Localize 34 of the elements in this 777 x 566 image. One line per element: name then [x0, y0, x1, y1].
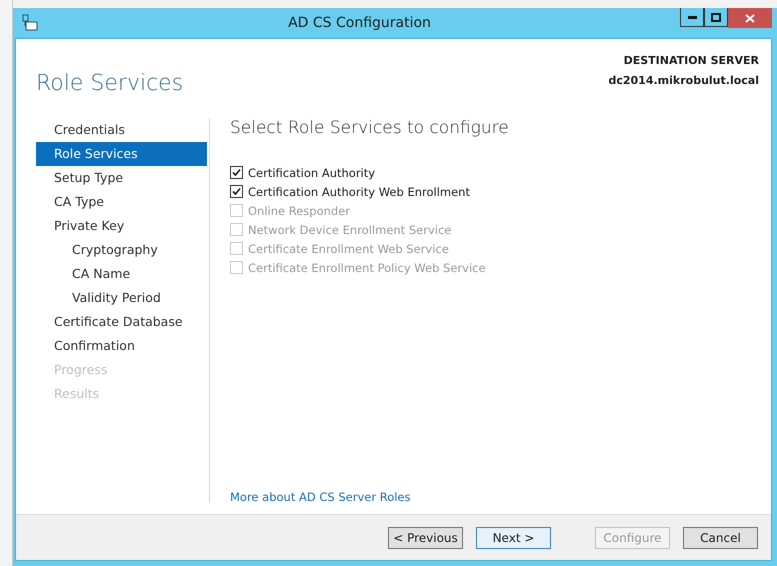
close-icon	[745, 14, 755, 22]
nav-item[interactable]: Cryptography	[36, 238, 207, 262]
checkbox-label: Certification Authority Web Enrollment	[248, 184, 470, 198]
checkbox-label: Online Responder	[248, 204, 350, 218]
nav-item[interactable]: CA Name	[36, 262, 207, 286]
nav-item[interactable]: Private Key	[36, 214, 207, 238]
nav-item[interactable]: Role Services	[36, 142, 207, 166]
nav-item[interactable]: Confirmation	[36, 334, 207, 358]
nav-item[interactable]: Credentials	[36, 118, 207, 142]
server-name: dc2014.mikrobulut.local	[608, 73, 759, 89]
server-manager-icon	[21, 14, 39, 32]
checkbox-label: Certificate Enrollment Web Service	[248, 242, 449, 256]
nav-item[interactable]: Setup Type	[36, 166, 207, 190]
dialog-button[interactable]: Cancel	[683, 526, 758, 548]
window-title: AD CS Configuration	[287, 15, 432, 31]
checkbox-label: Certification Authority	[248, 166, 376, 180]
nav-item[interactable]: Validity Period	[36, 286, 207, 310]
dialog-button[interactable]: < Previous	[388, 526, 463, 548]
close-button[interactable]	[728, 8, 772, 28]
maximize-button[interactable]	[704, 8, 728, 27]
dialog-button[interactable]: Next >	[476, 526, 551, 548]
maximize-icon	[711, 12, 721, 22]
page-title: Role Services	[36, 71, 184, 98]
nav-item[interactable]: Certificate Database	[36, 310, 207, 334]
nav-item[interactable]: CA Type	[36, 190, 207, 214]
minimize-button[interactable]	[680, 8, 704, 27]
server-label: DESTINATION SERVER	[622, 53, 759, 69]
checkbox-label: Certificate Enrollment Policy Web Service	[248, 260, 486, 274]
section-heading: Select Role Services to configure	[230, 118, 510, 138]
checkbox[interactable]	[230, 166, 243, 179]
checkbox-label: Network Device Enrollment Service	[248, 222, 452, 236]
minimize-icon	[688, 16, 696, 18]
help-link[interactable]: More about AD CS Server Roles	[230, 490, 411, 504]
checkbox[interactable]	[230, 185, 243, 198]
